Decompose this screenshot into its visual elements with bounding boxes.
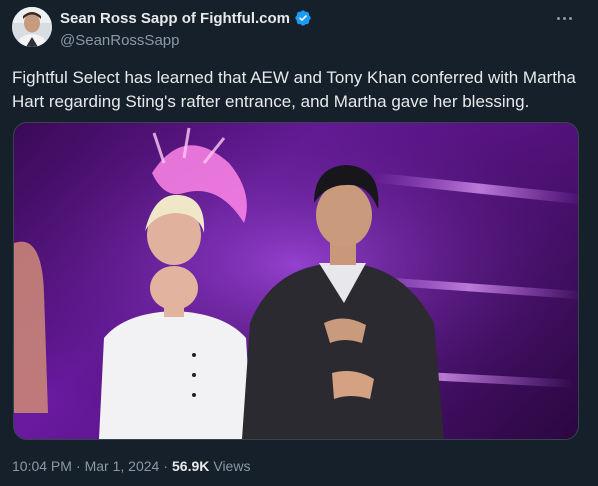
- meta-separator: ·: [75, 458, 81, 474]
- tweet-text: Fightful Select has learned that AEW and…: [12, 66, 587, 114]
- tweet-text-line-2: Hart regarding Sting's rafter entrance, …: [12, 92, 530, 111]
- photo-scene: [14, 123, 578, 439]
- tweet-card: Sean Ross Sapp of Fightful.com @SeanRoss…: [0, 0, 598, 486]
- author-name[interactable]: Sean Ross Sapp of Fightful.com: [60, 10, 290, 27]
- tweet-text-line-1: Fightful Select has learned that AEW and…: [12, 68, 576, 87]
- tweet-meta: 10:04 PM · Mar 1, 2024 · 56.9K Views: [12, 458, 250, 474]
- author-handle[interactable]: @SeanRossSapp: [60, 32, 312, 49]
- avatar-photo: [12, 7, 52, 47]
- tweet-date[interactable]: Mar 1, 2024: [85, 458, 160, 474]
- views-count[interactable]: 56.9K: [172, 458, 209, 474]
- meta-separator-2: ·: [163, 458, 168, 474]
- tweet-photo[interactable]: [13, 122, 579, 440]
- more-options-icon[interactable]: [552, 8, 576, 28]
- verified-badge-icon[interactable]: [294, 9, 312, 27]
- author-avatar[interactable]: [12, 7, 52, 47]
- author-header: Sean Ross Sapp of Fightful.com @SeanRoss…: [60, 8, 312, 49]
- tweet-time[interactable]: 10:04 PM: [12, 458, 72, 474]
- views-label: Views: [213, 458, 251, 474]
